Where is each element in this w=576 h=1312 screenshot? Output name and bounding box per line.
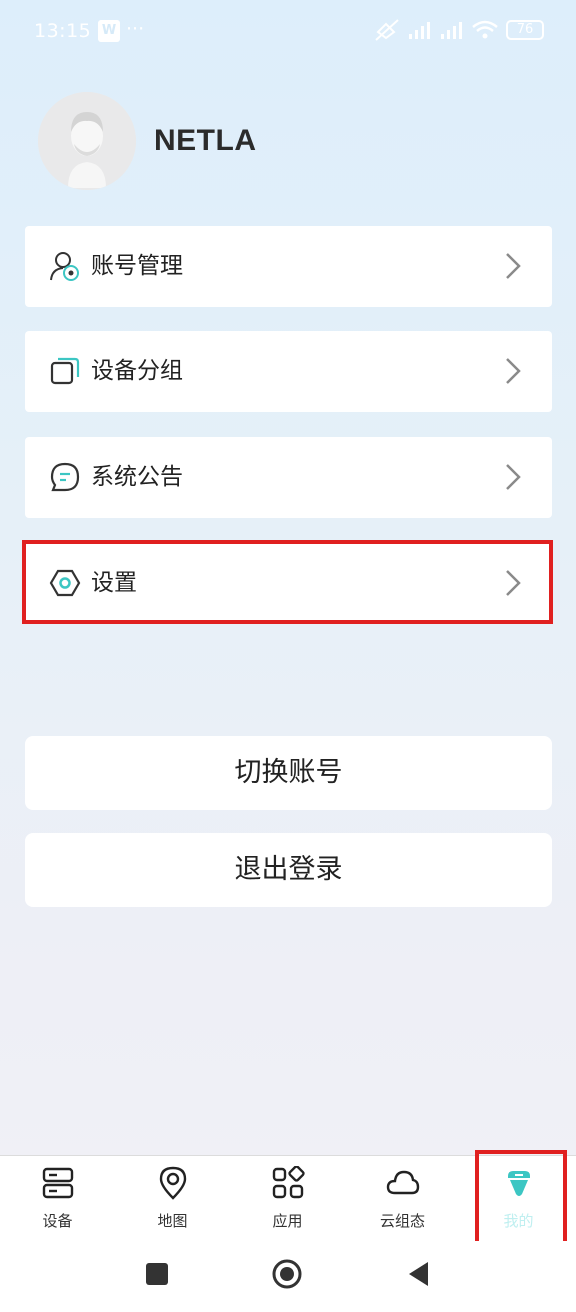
status-more-dots: ··· (126, 18, 145, 40)
avatar[interactable] (38, 92, 136, 190)
tab-cloud-config[interactable]: 云组态 (345, 1156, 460, 1242)
profile-icon (508, 1171, 530, 1196)
menu-item-account-management[interactable]: 账号管理 (25, 226, 552, 307)
signal-icon-2 (441, 22, 462, 39)
tab-label-map: 地图 (157, 1212, 188, 1230)
tab-label-cloud-config: 云组态 (379, 1212, 425, 1230)
username: NETLA (154, 124, 257, 157)
announcement-icon (50, 462, 80, 492)
tab-apps[interactable]: 应用 (230, 1156, 345, 1242)
menu-label-account-management: 账号管理 (91, 253, 183, 279)
tab-label-device: 设备 (42, 1212, 73, 1230)
tab-device[interactable]: 设备 (0, 1156, 115, 1242)
wifi-icon (472, 20, 498, 39)
menu-label-device-group: 设备分组 (91, 358, 183, 384)
device-icon (42, 1167, 74, 1199)
notification-app-icon: W (98, 20, 120, 42)
bottom-tab-bar: 设备 地图 应用 云组态 我的 (0, 1155, 576, 1241)
tab-mine[interactable]: 我的 (461, 1156, 576, 1242)
logout-button[interactable]: 退出登录 (25, 833, 552, 907)
account-manage-icon (50, 252, 79, 281)
menu-label-settings: 设置 (91, 570, 137, 596)
menu-item-device-group[interactable]: 设备分组 (25, 331, 552, 412)
back-button[interactable] (404, 1259, 434, 1289)
chevron-right-icon (506, 253, 521, 279)
switch-account-button[interactable]: 切换账号 (25, 736, 552, 810)
cloud-icon (386, 1170, 420, 1195)
home-button[interactable] (272, 1259, 302, 1289)
mute-icon (375, 19, 399, 41)
status-time: 13:15 (34, 20, 92, 42)
chevron-right-icon (506, 570, 521, 596)
menu-item-announcement[interactable]: 系统公告 (25, 437, 552, 518)
tab-label-apps: 应用 (272, 1212, 303, 1230)
device-group-icon (50, 357, 80, 385)
menu-item-settings[interactable]: 设置 (25, 543, 552, 624)
apps-icon (272, 1166, 305, 1199)
status-indicators: 76 (374, 18, 544, 42)
status-bar: 13:15 W ··· 76 (0, 0, 576, 64)
settings-icon (49, 569, 81, 597)
recent-apps-button[interactable] (142, 1259, 172, 1289)
profile-header[interactable]: NETLA (38, 92, 257, 190)
signal-icon (409, 22, 430, 39)
battery-indicator: 76 (506, 20, 544, 40)
chevron-right-icon (506, 358, 521, 384)
menu-label-announcement: 系统公告 (91, 464, 183, 490)
tab-label-mine: 我的 (503, 1212, 534, 1230)
map-pin-icon (159, 1166, 187, 1200)
chevron-right-icon (506, 464, 521, 490)
tab-map[interactable]: 地图 (115, 1156, 230, 1242)
avatar-person-icon (38, 92, 136, 190)
system-nav-bar (0, 1241, 576, 1312)
